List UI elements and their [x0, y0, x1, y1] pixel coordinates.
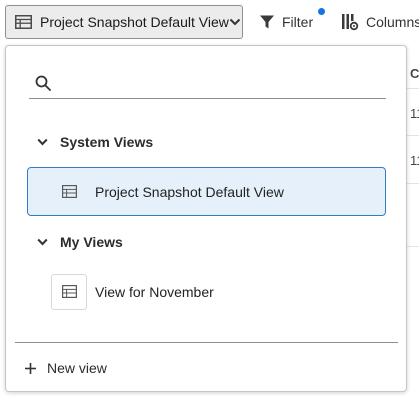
view-item-label: View for November — [95, 283, 214, 300]
view-selector-label: Project Snapshot Default View — [40, 14, 229, 30]
section-toggle-my-views[interactable]: My Views — [37, 234, 123, 250]
view-search-field[interactable] — [29, 68, 386, 99]
table-icon — [15, 15, 32, 29]
columns-label: Columns — [366, 14, 419, 30]
plus-icon — [25, 362, 36, 374]
filter-button[interactable]: Filter — [259, 5, 313, 39]
view-item-label: Project Snapshot Default View — [95, 183, 284, 200]
new-view-button[interactable]: New view — [24, 358, 107, 378]
chevron-down-icon — [37, 238, 48, 246]
view-item-view-for-november[interactable]: View for November — [27, 267, 386, 316]
table-icon — [61, 185, 77, 198]
table-cell: 11 — [410, 153, 419, 168]
columns-button[interactable]: Columns — [341, 5, 419, 39]
views-popover: System Views Project Snapshot Default Vi… — [5, 45, 407, 392]
table-icon — [61, 285, 77, 298]
chevron-down-icon — [229, 18, 241, 26]
section-title: My Views — [60, 234, 123, 250]
search-icon — [35, 75, 51, 91]
view-search-input[interactable] — [59, 68, 386, 98]
chevron-down-icon — [37, 138, 48, 146]
view-item-project-snapshot-default[interactable]: Project Snapshot Default View — [27, 167, 386, 216]
table-cell: 11 — [410, 106, 419, 121]
columns-settings-icon — [342, 14, 359, 31]
filter-active-indicator — [318, 8, 325, 15]
filter-icon — [260, 15, 274, 29]
section-title: System Views — [60, 134, 154, 150]
view-selector-dropdown[interactable]: Project Snapshot Default View — [5, 5, 243, 39]
table-header-cell: C — [410, 66, 419, 81]
new-view-label: New view — [47, 360, 107, 376]
popover-divider — [15, 342, 398, 343]
section-toggle-system-views[interactable]: System Views — [37, 134, 153, 150]
view-icon-box — [51, 174, 87, 210]
filter-label: Filter — [282, 14, 314, 30]
view-icon-box — [51, 273, 87, 310]
